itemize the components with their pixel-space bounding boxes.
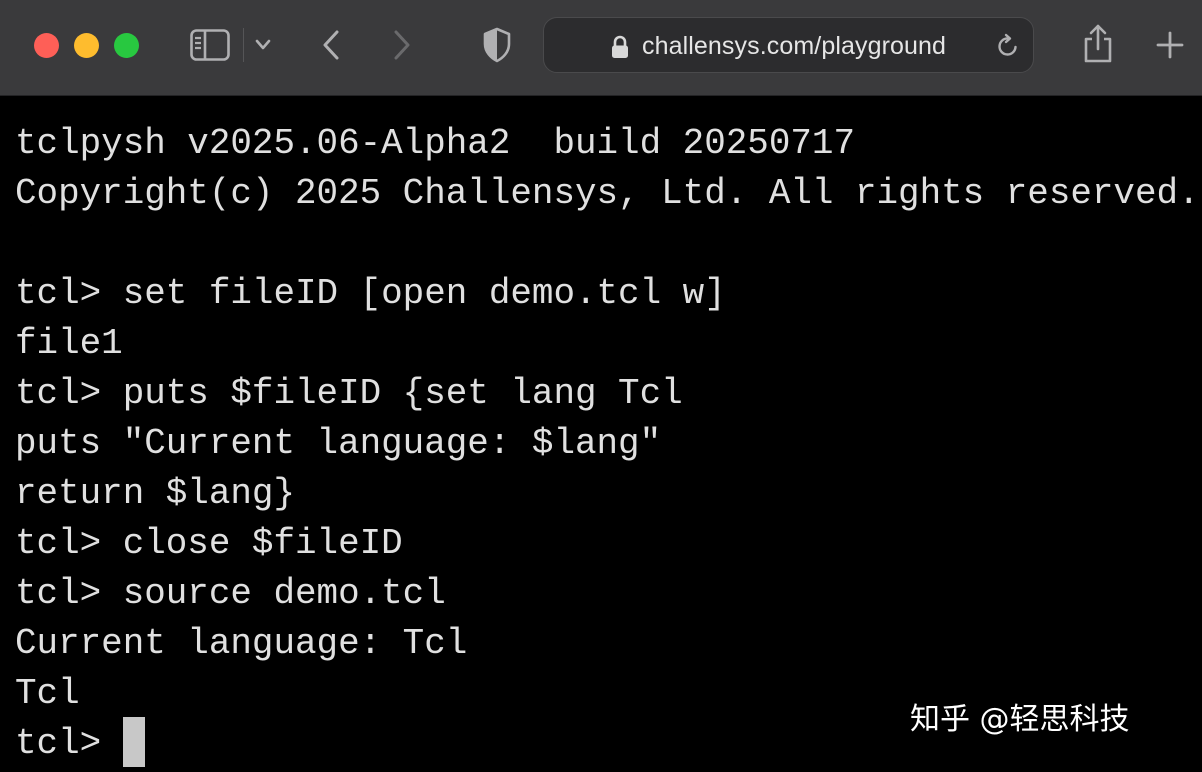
chevron-right-icon: [394, 30, 410, 60]
terminal-line: Copyright(c) 2025 Challensys, Ltd. All r…: [15, 173, 1200, 214]
terminal-line: Current language: Tcl: [15, 623, 468, 664]
reload-icon[interactable]: [996, 33, 1020, 64]
close-window-button[interactable]: [34, 33, 59, 58]
terminal-line: tcl> set fileID [open demo.tcl w]: [15, 273, 726, 314]
terminal-line: file1: [15, 323, 123, 364]
shield-icon[interactable]: [482, 27, 512, 63]
url-text[interactable]: challensys.com/playground: [642, 18, 946, 74]
plus-icon[interactable]: [1156, 31, 1184, 59]
back-button[interactable]: [320, 29, 342, 61]
terminal-line: Tcl: [15, 673, 80, 714]
forward-button[interactable]: [391, 29, 413, 61]
chevron-left-icon: [323, 30, 339, 60]
terminal-line: puts "Current language: $lang": [15, 423, 662, 464]
address-bar[interactable]: challensys.com/playground: [543, 17, 1034, 73]
share-icon[interactable]: [1082, 23, 1114, 65]
terminal-prompt[interactable]: tcl>: [15, 719, 123, 769]
terminal-line: return $lang}: [15, 473, 295, 514]
watermark: 知乎 @轻思科技: [910, 702, 1130, 737]
sidebar-icon[interactable]: [190, 29, 230, 61]
minimize-window-button[interactable]: [74, 33, 99, 58]
terminal-line: tcl> source demo.tcl: [15, 573, 446, 614]
lock-icon: [610, 35, 630, 64]
terminal-cursor: [123, 717, 145, 767]
chevron-down-icon[interactable]: [255, 38, 271, 52]
toolbar-divider: [243, 28, 244, 62]
maximize-window-button[interactable]: [114, 33, 139, 58]
terminal-line: tcl> puts $fileID {set lang Tcl: [15, 373, 683, 414]
terminal-line: tcl> close $fileID: [15, 523, 403, 564]
terminal-output[interactable]: tclpysh v2025.06-Alpha2 build 20250717 C…: [0, 97, 1202, 772]
browser-toolbar: challensys.com/playground: [0, 0, 1202, 96]
terminal-line: tclpysh v2025.06-Alpha2 build 20250717: [15, 123, 855, 164]
